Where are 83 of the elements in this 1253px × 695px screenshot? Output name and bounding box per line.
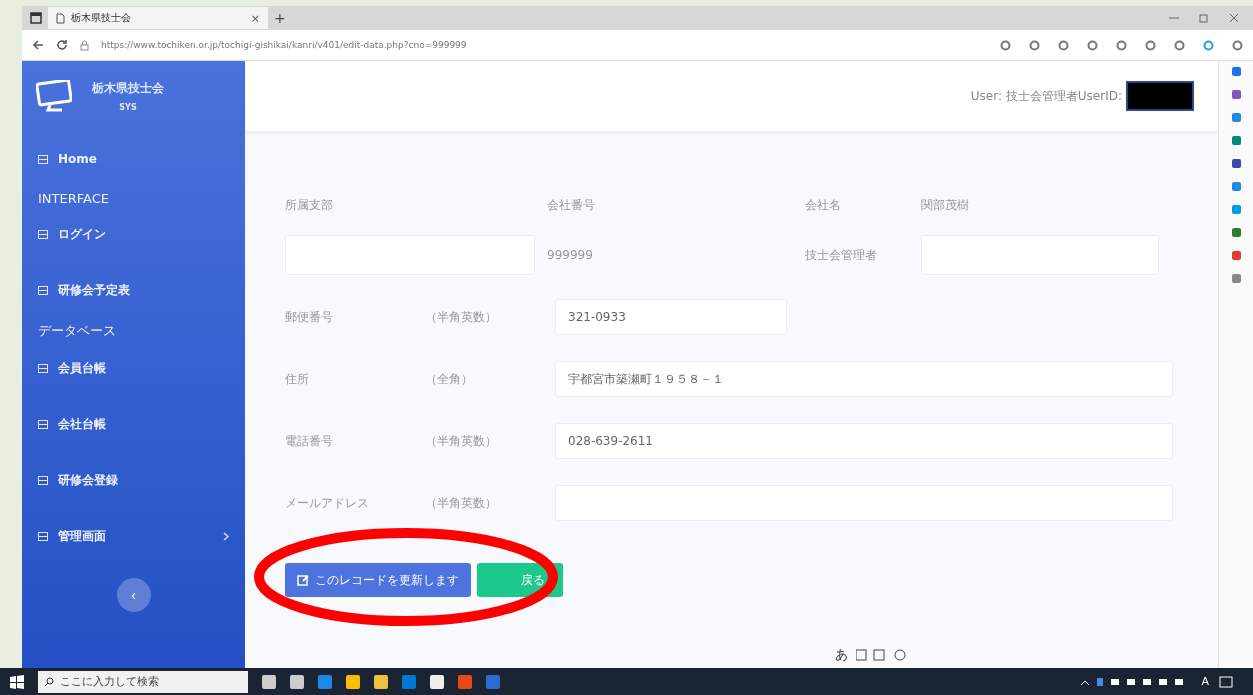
ime-toolbar-icon[interactable] xyxy=(856,649,906,661)
input-field[interactable]: 321-0933 xyxy=(555,299,787,335)
field-note: （半角英数） xyxy=(425,432,498,450)
edit-icon xyxy=(297,574,309,586)
toolbar-icon[interactable] xyxy=(1029,39,1040,51)
input-field[interactable]: 028-639-2611 xyxy=(555,423,1173,459)
chevron-right-icon xyxy=(223,531,229,541)
ime-mode[interactable]: あ xyxy=(835,646,848,664)
close-tab-button[interactable]: × xyxy=(250,11,260,25)
toolbar-icon[interactable] xyxy=(1145,39,1156,51)
lock-icon xyxy=(80,39,89,51)
input-language[interactable]: A xyxy=(1201,675,1209,688)
user-info: User: 技士会管理者UserID: xyxy=(970,87,1122,105)
new-tab-button[interactable]: + xyxy=(274,10,286,26)
search-icon xyxy=(44,676,54,687)
extension-icon[interactable] xyxy=(1231,251,1241,260)
extension-icon[interactable] xyxy=(1231,113,1241,122)
taskbar-app-icon[interactable] xyxy=(262,674,276,689)
address-bar[interactable]: https://www.tochiken.or.jp/tochigi-gishikai/kanri/v401/edit-data.php?cno=999999 xyxy=(101,40,988,50)
brand-title: 栃木県技士会 xyxy=(92,80,164,97)
table-icon xyxy=(38,229,48,239)
back-arrow-icon[interactable] xyxy=(32,39,44,51)
toolbar-icon[interactable] xyxy=(1116,39,1127,51)
page-icon xyxy=(56,12,65,24)
notification-icon[interactable] xyxy=(1219,675,1233,688)
table-icon xyxy=(38,475,48,485)
sidebar-heading: INTERFACE xyxy=(37,190,110,206)
extension-icon[interactable] xyxy=(1231,182,1241,191)
sidebar-item[interactable]: 会社台帳 xyxy=(22,396,245,452)
field-label: 郵便番号 xyxy=(285,308,334,326)
sidebar-toggle-button[interactable]: ‹ xyxy=(116,578,151,612)
field-label: 電話番号 xyxy=(285,432,334,450)
tab-actions-icon[interactable] xyxy=(30,12,42,24)
windows-logo-icon[interactable] xyxy=(10,674,24,689)
field-note: （半角英数） xyxy=(425,494,498,512)
sidebar-item[interactable]: Home xyxy=(22,131,245,187)
field-value: 999999 xyxy=(547,247,594,264)
sidebar-item[interactable]: ログイン xyxy=(22,206,245,262)
table-icon xyxy=(38,531,48,541)
extension-icon[interactable] xyxy=(1231,67,1241,76)
restore-icon[interactable] xyxy=(1199,13,1209,23)
taskbar-app-icon[interactable] xyxy=(290,674,304,689)
extension-icon[interactable] xyxy=(1231,274,1241,283)
field-label: 住所 xyxy=(285,370,310,388)
refresh-icon[interactable] xyxy=(56,39,68,51)
taskbar-app-icon[interactable] xyxy=(430,674,444,689)
toolbar-icon[interactable] xyxy=(1000,39,1011,51)
field-value: 関部茂樹 xyxy=(921,196,970,214)
taskbar-search-field[interactable]: ここに入力して検索 xyxy=(38,670,248,693)
field-label: メールアドレス xyxy=(285,494,370,512)
field-label: 会社名 xyxy=(805,196,842,214)
table-icon xyxy=(38,363,48,373)
toolbar-icon[interactable] xyxy=(1232,39,1243,51)
sidebar-item[interactable]: 会員台帳 xyxy=(22,340,245,396)
redacted-block xyxy=(1126,81,1194,111)
field-note: （半角英数） xyxy=(425,308,498,326)
sidebar-item[interactable]: 研修会登録 xyxy=(22,452,245,508)
extension-icon[interactable] xyxy=(1231,136,1241,145)
taskbar-app-icon[interactable] xyxy=(374,674,388,689)
update-button[interactable]: このレコードを更新します xyxy=(285,563,471,597)
sidebar-item[interactable]: 管理画面 xyxy=(22,508,245,564)
close-icon[interactable] xyxy=(1229,13,1239,23)
sidebar-heading: データベース xyxy=(37,322,117,340)
toolbar-icon[interactable] xyxy=(1087,39,1098,51)
field-label: 技士会管理者 xyxy=(805,246,878,264)
extension-icon[interactable] xyxy=(1231,159,1241,168)
field-note: （全角） xyxy=(425,370,474,388)
extension-icon[interactable] xyxy=(1231,90,1241,99)
monitor-icon xyxy=(36,80,72,112)
toolbar-icon[interactable] xyxy=(1203,39,1214,51)
toolbar-icon[interactable] xyxy=(1174,39,1185,51)
extension-icon[interactable] xyxy=(1231,228,1241,237)
table-icon xyxy=(38,419,48,429)
table-icon xyxy=(38,154,48,164)
table-icon xyxy=(38,285,48,295)
taskbar-app-icon[interactable] xyxy=(346,674,360,689)
browser-tab[interactable]: 栃木県技士会 × xyxy=(48,7,268,29)
field-label: 会社番号 xyxy=(547,196,596,214)
sidebar-item[interactable]: 研修会予定表 xyxy=(22,262,245,318)
brand-subtitle: SYS xyxy=(119,103,137,112)
toolbar-icon[interactable] xyxy=(1058,39,1069,51)
field-label: 所属支部 xyxy=(285,196,334,214)
input-field[interactable]: 宇都宮市築瀬町１９５８－１ xyxy=(555,361,1173,397)
